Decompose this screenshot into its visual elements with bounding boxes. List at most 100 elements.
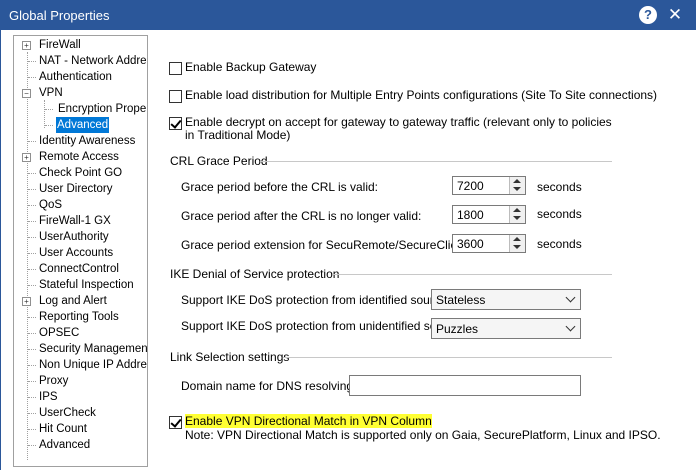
crl-before-spin-buttons[interactable] (509, 177, 525, 194)
crl-after-value[interactable]: 1800 (457, 208, 484, 222)
tree-line (28, 269, 36, 270)
spin-up-icon[interactable] (513, 237, 521, 241)
ike-unidentified-select[interactable]: Puzzles (431, 318, 581, 339)
crl-extension-unit: seconds (537, 237, 582, 251)
tree-item-label: FireWall (39, 39, 81, 51)
tree-item-label: VPN (39, 87, 63, 99)
expand-icon[interactable]: + (22, 41, 31, 50)
dialog-body: + FireWall NAT - Network Address Transla… (0, 30, 696, 470)
tree-line (28, 77, 36, 78)
tree-item-label: Security Management Access (39, 343, 148, 355)
tree-line (28, 317, 36, 318)
tree-item-label: Encryption Properties (58, 103, 147, 115)
tree-item-label: OPSEC (39, 327, 80, 339)
tree-line (28, 381, 36, 382)
title-bar: Global Properties ? ✕ (0, 0, 696, 30)
tree-item-label: Stateful Inspection (39, 279, 134, 291)
tree-line (28, 237, 36, 238)
crl-before-unit: seconds (537, 180, 582, 194)
tree-line (28, 349, 36, 350)
crl-extension-spinner[interactable]: 3600 (452, 234, 526, 253)
spin-up-icon[interactable] (513, 179, 521, 183)
backup-gateway-checkbox[interactable] (169, 62, 182, 75)
vpn-directional-note: Note: VPN Directional Match is supported… (185, 428, 661, 442)
crl-after-unit: seconds (537, 207, 582, 221)
vpn-directional-checkbox[interactable] (169, 416, 182, 429)
crl-before-spinner[interactable]: 7200 (452, 176, 526, 195)
tree-item-label: NAT - Network Address Translation (39, 55, 147, 67)
tree-line (28, 253, 36, 254)
window-title: Global Properties (9, 8, 110, 23)
decrypt-accept-label-line2: in Traditional Mode) (185, 128, 291, 142)
link-group-separator (283, 357, 612, 358)
tree-line (28, 205, 36, 206)
tree-line (28, 333, 36, 334)
tree-item-label: FireWall-1 GX (39, 215, 111, 227)
load-distribution-label: Enable load distribution for Multiple En… (185, 88, 658, 102)
close-icon: ✕ (667, 5, 683, 24)
ike-identified-value: Stateless (436, 293, 486, 307)
tree-line (28, 365, 36, 366)
navigation-tree[interactable]: + FireWall NAT - Network Address Transla… (13, 35, 148, 467)
load-distribution-checkbox[interactable] (169, 90, 182, 103)
spin-up-icon[interactable] (513, 208, 521, 212)
help-icon: ? (644, 7, 652, 22)
tree-line (28, 221, 36, 222)
tree-line (28, 61, 36, 62)
tree-line (45, 125, 53, 126)
ike-identified-label: Support IKE DoS protection from identifi… (181, 293, 447, 307)
tree-line (28, 141, 36, 142)
tree-item-label: Non Unique IP Address Ranges (39, 359, 147, 371)
chevron-down-icon (565, 321, 576, 332)
spin-down-icon[interactable] (513, 216, 521, 220)
vpn-advanced-panel: Enable Backup Gateway Enable load distri… (159, 30, 696, 470)
decrypt-accept-checkbox[interactable] (169, 117, 182, 130)
ike-group-title: IKE Denial of Service protection (170, 267, 340, 281)
help-button[interactable]: ? (639, 6, 657, 24)
decrypt-accept-label-line1: Enable decrypt on accept for gateway to … (185, 115, 612, 129)
tree-line (28, 429, 36, 430)
crl-after-spin-buttons[interactable] (509, 206, 525, 223)
vpn-directional-label: Enable VPN Directional Match in VPN Colu… (185, 414, 432, 428)
crl-extension-value[interactable]: 3600 (457, 237, 484, 251)
link-group-title: Link Selection settings (170, 350, 290, 364)
ike-identified-select[interactable]: Stateless (431, 289, 581, 310)
crl-group-title: CRL Grace Period (170, 154, 268, 168)
tree-item-label: Hit Count (39, 423, 87, 435)
tree-line (28, 173, 36, 174)
tree-line (28, 397, 36, 398)
spin-down-icon[interactable] (513, 245, 521, 249)
ike-unidentified-value: Puzzles (436, 322, 479, 336)
collapse-icon[interactable]: − (22, 89, 31, 98)
crl-before-value[interactable]: 7200 (457, 179, 484, 193)
tree-item-label: QoS (39, 199, 63, 211)
tree-line (44, 100, 45, 128)
tree-line (28, 285, 36, 286)
tree-line (28, 445, 36, 446)
tree-item-label: Authentication (39, 71, 112, 83)
tree-item-label: Advanced (39, 439, 91, 451)
tree-item-label: Identity Awareness (39, 135, 136, 147)
dns-input[interactable] (349, 375, 581, 396)
close-button[interactable]: ✕ (666, 6, 684, 24)
chevron-down-icon (565, 292, 576, 303)
crl-extension-spin-buttons[interactable] (509, 235, 525, 252)
crl-after-label: Grace period after the CRL is no longer … (181, 209, 422, 223)
dns-label: Domain name for DNS resolving: (181, 379, 357, 393)
tree-line (28, 413, 36, 414)
tree-item-label: Check Point GO (39, 167, 123, 179)
crl-after-spinner[interactable]: 1800 (452, 205, 526, 224)
tree-item-label: Advanced (56, 117, 110, 133)
backup-gateway-label: Enable Backup Gateway (185, 60, 317, 74)
tree-item-label: Reporting Tools (39, 311, 119, 323)
tree-item-label: ConnectControl (39, 263, 119, 275)
tree-item-label: User Directory (39, 183, 113, 195)
ike-unidentified-label: Support IKE DoS protection from unidenti… (181, 319, 460, 333)
expand-icon[interactable]: + (22, 153, 31, 162)
expand-icon[interactable]: + (22, 297, 31, 306)
spin-down-icon[interactable] (513, 187, 521, 191)
tree-line (27, 52, 28, 460)
tree-item-label: UserCheck (39, 407, 96, 419)
tree-line (28, 189, 36, 190)
crl-group-separator (260, 161, 612, 162)
